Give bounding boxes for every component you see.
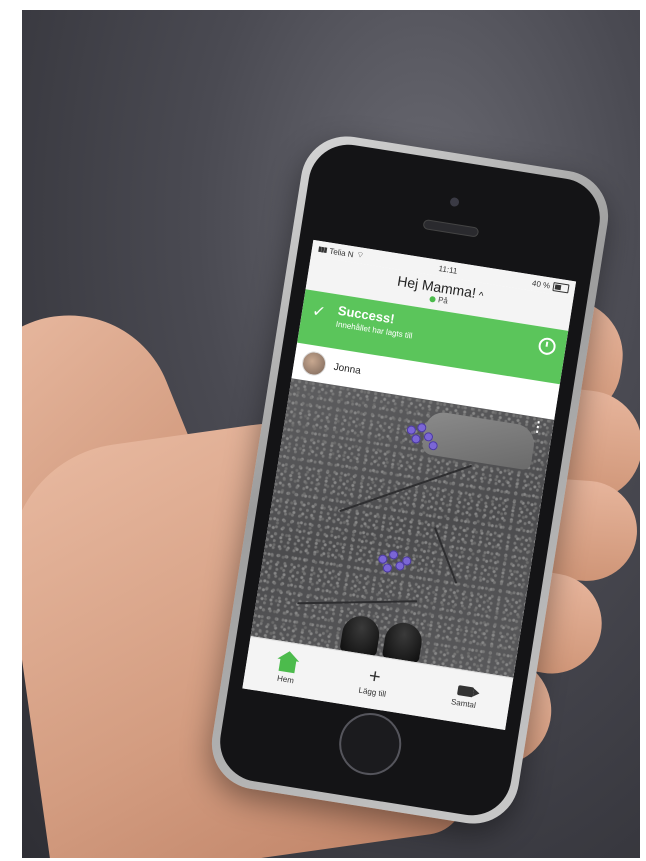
pavement-crack (297, 600, 418, 605)
tab-label: Samtal (450, 697, 477, 711)
battery-percent: 40 % (531, 278, 551, 290)
avatar[interactable] (300, 349, 328, 378)
pavement-crack (433, 527, 458, 584)
phone: ▮▮▮ Telia N ⌔ 11:11 40 % Hej Mamma!^ På … (205, 129, 615, 831)
tab-home[interactable]: Hem (276, 653, 298, 685)
pavement-crack (339, 464, 473, 513)
home-icon (278, 657, 297, 673)
post-photo[interactable]: ⋮ (250, 378, 555, 679)
phone-screen: ▮▮▮ Telia N ⌔ 11:11 40 % Hej Mamma!^ På … (242, 239, 577, 730)
plus-icon: + (367, 665, 383, 689)
chevron-up-icon[interactable]: ^ (478, 291, 484, 303)
check-icon: ✓ (310, 302, 327, 322)
battery-icon (552, 281, 570, 293)
online-dot-icon (428, 295, 436, 303)
signal-icon: ▮▮▮ (317, 245, 327, 255)
flower-cluster (374, 546, 418, 582)
status-time: 11:11 (438, 263, 459, 276)
photo-scene: ▮▮▮ Telia N ⌔ 11:11 40 % Hej Mamma!^ På … (22, 10, 640, 858)
status-label: På (437, 295, 449, 306)
wifi-icon: ⌔ (355, 249, 365, 260)
author-name: Jonna (332, 361, 362, 377)
flower-cluster (400, 418, 444, 454)
camera-icon (449, 196, 460, 208)
video-icon (456, 685, 475, 698)
tab-label: Lägg till (357, 685, 387, 699)
tab-call[interactable]: Samtal (450, 684, 478, 710)
more-options-icon[interactable]: ⋮ (530, 417, 546, 435)
home-button[interactable] (334, 708, 406, 780)
tab-add[interactable]: + Lägg till (357, 665, 390, 699)
tab-label: Hem (276, 673, 295, 685)
carrier-name: Telia N (328, 246, 355, 259)
timer-icon[interactable] (537, 336, 557, 357)
speaker-grille (422, 218, 480, 238)
